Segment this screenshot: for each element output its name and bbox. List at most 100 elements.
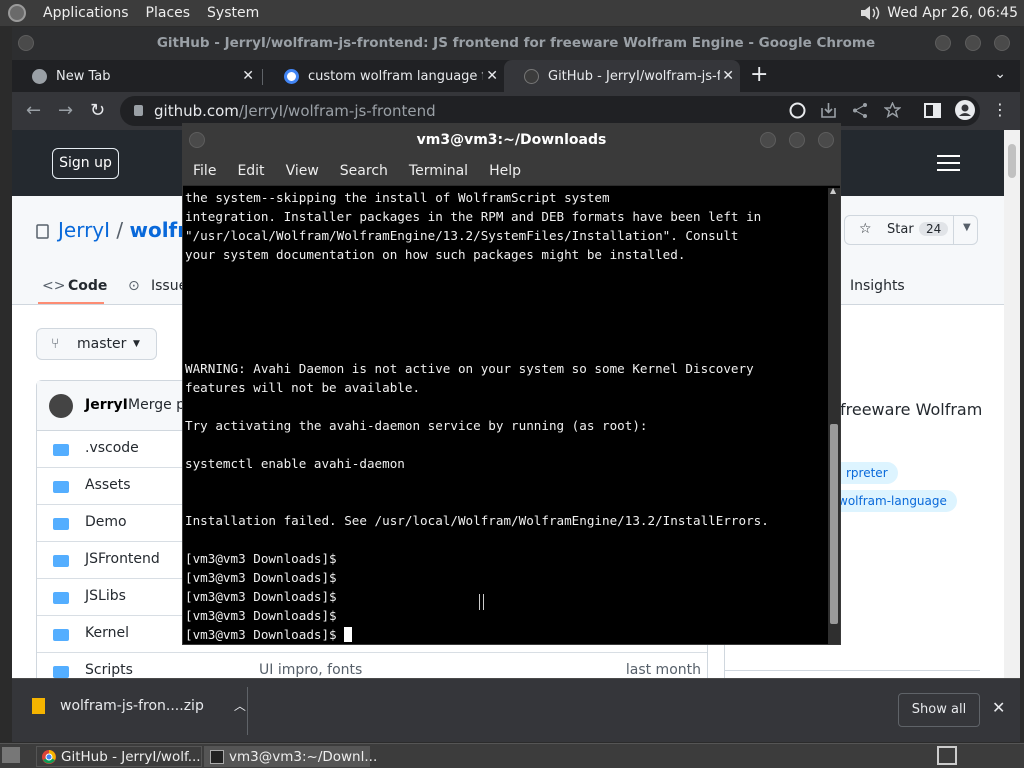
terminal-prompt: [vm3@vm3 Downloads]$ <box>185 627 345 642</box>
branch-selector[interactable]: ⑂ master ▼ <box>36 328 157 360</box>
download-item[interactable]: wolfram-js-fron....zip ︿ <box>32 697 246 714</box>
profile-avatar-icon[interactable] <box>955 100 975 120</box>
terminal-line: Try activating the avahi-daemon service … <box>185 418 648 433</box>
close-shelf-icon[interactable]: ✕ <box>992 698 1005 717</box>
menu-terminal[interactable]: Terminal <box>409 163 468 179</box>
menu-file[interactable]: File <box>193 163 216 179</box>
scroll-up-icon[interactable]: ▲ <box>830 186 836 195</box>
volume-icon[interactable] <box>859 5 881 21</box>
show-desktop-icon[interactable] <box>2 747 20 763</box>
menu-help[interactable]: Help <box>489 163 521 179</box>
google-lens-icon[interactable] <box>789 102 806 119</box>
system-menu[interactable]: System <box>207 5 259 21</box>
maximize-icon[interactable] <box>965 35 981 51</box>
terminal-line: systemctl enable avahi-daemon <box>185 456 405 471</box>
terminal-icon <box>210 750 224 764</box>
commit-author[interactable]: JerryI <box>85 397 128 413</box>
folder-icon <box>53 666 69 678</box>
bookmark-star-icon[interactable] <box>884 102 901 119</box>
terminal-output[interactable]: the system--skipping the install of Wolf… <box>185 188 827 644</box>
topic-tag[interactable]: wolfram-language <box>828 490 957 512</box>
close-tab-icon[interactable]: ✕ <box>722 68 734 84</box>
minimize-icon[interactable] <box>935 35 951 51</box>
branch-icon: ⑂ <box>51 336 60 352</box>
tab-github[interactable]: GitHub - JerryI/wolfram-js-fro ✕ <box>504 60 740 92</box>
terminal-menubar: File Edit View Search Terminal Help <box>183 156 840 186</box>
avatar[interactable] <box>49 394 73 418</box>
terminal-window: vm3@vm3:~/Downloads File Edit View Searc… <box>182 123 841 645</box>
chrome-icon <box>42 750 56 764</box>
lock-icon[interactable] <box>134 105 143 116</box>
issues-icon: ⊙ <box>128 278 140 294</box>
repo-owner-link[interactable]: JerryI <box>58 218 110 242</box>
side-panel-icon[interactable] <box>924 102 941 119</box>
close-tab-icon[interactable]: ✕ <box>242 68 254 84</box>
tab-code[interactable]: Code <box>68 278 107 294</box>
terminal-prompt-line[interactable]: [vm3@vm3 Downloads]$ <box>185 625 827 644</box>
folder-icon <box>53 444 69 456</box>
bottom-taskbar: GitHub - JerryI/wolf... vm3@vm3:~/Downl.… <box>0 743 1024 768</box>
terminal-scrollbar[interactable]: ▲ <box>828 186 840 644</box>
task-chrome[interactable]: GitHub - JerryI/wolf... <box>36 746 202 767</box>
places-menu[interactable]: Places <box>146 5 191 21</box>
page-scrollbar[interactable] <box>1004 130 1020 678</box>
close-window-icon[interactable] <box>994 35 1010 51</box>
tab-search-chevron-icon[interactable]: ⌄ <box>994 66 1006 82</box>
repo-icon <box>36 224 49 239</box>
maximize-icon[interactable] <box>789 132 805 148</box>
menu-edit[interactable]: Edit <box>237 163 264 179</box>
terminal-titlebar[interactable]: vm3@vm3:~/Downloads <box>183 124 840 156</box>
tab-strip: New Tab ✕ custom wolfram language fro ✕ … <box>12 60 1020 92</box>
chrome-favicon-icon <box>32 68 47 84</box>
terminal-title: vm3@vm3:~/Downloads <box>416 132 607 148</box>
terminal-line: "/usr/local/Wolfram/WolframEngine/13.2/S… <box>185 228 739 243</box>
active-tab-underline <box>38 302 104 304</box>
window-menu-icon[interactable] <box>189 132 205 148</box>
tab-new-tab[interactable]: New Tab ✕ <box>12 60 260 92</box>
applications-menu[interactable]: Applications <box>43 5 129 21</box>
reload-icon[interactable]: ↻ <box>90 100 105 121</box>
workspace-switcher-icon[interactable] <box>937 746 957 765</box>
code-icon: <> <box>42 278 66 294</box>
kebab-menu-icon[interactable]: ⋮ <box>992 100 1008 119</box>
back-icon[interactable]: ← <box>26 100 41 121</box>
star-icon: ☆ <box>859 221 872 237</box>
address-bar[interactable]: github.com/JerryI/wolfram-js-frontend <box>120 96 980 126</box>
install-icon[interactable] <box>820 102 837 119</box>
minimize-icon[interactable] <box>760 132 776 148</box>
close-window-icon[interactable] <box>818 132 834 148</box>
signup-button[interactable]: Sign up <box>52 148 119 179</box>
commit-message[interactable]: Merge p <box>128 397 185 413</box>
chevron-up-icon[interactable]: ︿ <box>234 697 246 714</box>
download-filename: wolfram-js-fron....zip <box>60 697 204 714</box>
folder-icon <box>53 592 69 604</box>
show-all-button[interactable]: Show all <box>898 693 980 727</box>
about-description: freeware Wolfram <box>840 400 983 419</box>
close-tab-icon[interactable]: ✕ <box>486 68 498 84</box>
forward-icon[interactable]: → <box>58 100 73 121</box>
ibeam-cursor-icon <box>479 594 484 610</box>
menu-view[interactable]: View <box>286 163 319 179</box>
menu-search[interactable]: Search <box>340 163 388 179</box>
tab-insights[interactable]: Insights <box>850 278 905 294</box>
star-count: 24 <box>919 222 949 236</box>
star-button[interactable]: ☆ Star 24 ▼ <box>844 215 978 245</box>
new-tab-icon[interactable]: + <box>750 62 768 87</box>
hamburger-menu-icon[interactable] <box>937 155 960 171</box>
folder-icon <box>53 518 69 530</box>
star-dropdown-icon[interactable]: ▼ <box>963 222 971 233</box>
distro-logo-icon[interactable] <box>8 4 26 22</box>
google-favicon-icon <box>284 68 299 84</box>
clock[interactable]: Wed Apr 26, 06:45 <box>887 5 1018 21</box>
folder-icon <box>53 481 69 493</box>
share-icon[interactable] <box>852 102 869 119</box>
tab-search[interactable]: custom wolfram language fro ✕ <box>264 60 504 92</box>
chrome-titlebar[interactable]: GitHub - JerryI/wolfram-js-frontend: JS … <box>12 27 1020 60</box>
task-terminal[interactable]: vm3@vm3:~/Downl... <box>204 746 377 767</box>
list-item[interactable]: Scripts UI impro, fonts last month <box>37 653 707 678</box>
window-menu-icon[interactable] <box>18 35 34 51</box>
